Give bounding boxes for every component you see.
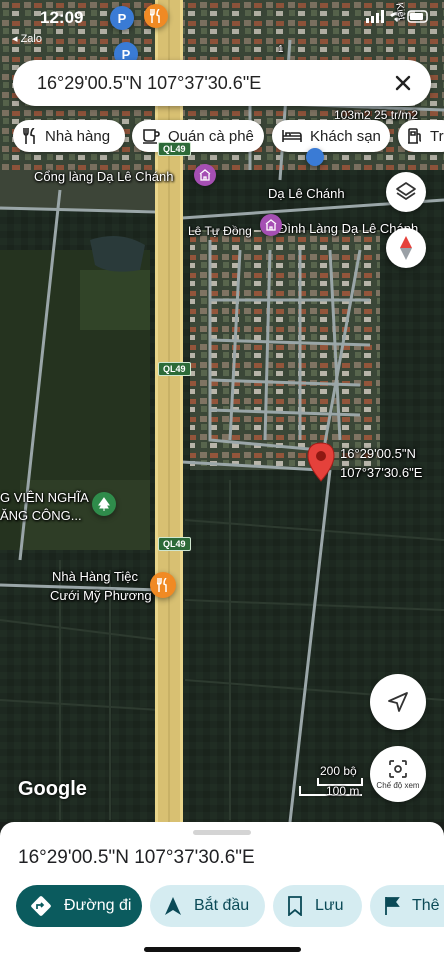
layers-button[interactable] <box>386 172 426 212</box>
directions-label: Đường đi <box>64 897 132 914</box>
street-view-button[interactable]: Chế độ xem <box>370 746 426 802</box>
flag-icon <box>385 897 400 915</box>
chip-gas[interactable]: Tr <box>398 120 444 152</box>
temple-icon-2[interactable] <box>260 214 282 236</box>
save-button[interactable]: Lưu <box>273 885 362 927</box>
place-coordinates: 16°29'00.5"N 107°37'30.6"E <box>18 847 255 868</box>
coffee-cup-icon <box>143 129 160 144</box>
map-label-ang-cong: ĂNG CÔNG... <box>0 508 82 523</box>
home-indicator[interactable] <box>144 947 301 952</box>
map-label-cuoi-my-phuong: Cưới Mỹ Phương <box>50 588 152 603</box>
google-logo: Google <box>18 778 87 800</box>
bottom-sheet[interactable]: 16°29'00.5"N 107°37'30.6"E Đường đi Bắt … <box>0 822 444 960</box>
chip-restaurant-label: Nhà hàng <box>45 127 111 145</box>
gas-pump-icon <box>408 128 422 144</box>
map-label-vien-nghia: G VIÊN NGHĨA <box>0 490 89 505</box>
add-label-button[interactable]: Thê <box>370 885 444 927</box>
my-location-button[interactable] <box>370 674 426 730</box>
map-pin-icon <box>307 442 335 482</box>
close-icon[interactable] <box>389 69 417 97</box>
search-query[interactable]: 16°29'00.5"N 107°37'30.6"E <box>37 73 261 94</box>
chip-restaurant[interactable]: Nhà hàng <box>13 120 125 152</box>
pin-label-lng: 107°37'30.6"E <box>340 465 423 480</box>
bed-icon <box>282 130 302 142</box>
directions-button[interactable]: Đường đi <box>16 885 142 927</box>
map-label-nha-hang: Nhà Hàng Tiệc <box>52 569 138 584</box>
back-to-app[interactable]: ◂ Zalo <box>12 32 42 45</box>
restaurant-pin-icon-2[interactable] <box>150 572 176 598</box>
navigation-arrow-icon <box>388 692 408 712</box>
blue-marker-icon[interactable] <box>306 148 324 166</box>
fork-knife-icon <box>23 128 35 144</box>
start-button[interactable]: Bắt đầu <box>150 885 265 927</box>
parking-icon[interactable]: P <box>110 6 134 30</box>
scale-metric: 100 m <box>326 784 360 798</box>
navigation-arrow-icon <box>165 897 181 915</box>
map-label-da-le-chanh: Dạ Lê Chánh <box>268 186 345 201</box>
map-label-cong-lang: Cổng làng Dạ Lê Chánh <box>34 169 174 184</box>
add-label-text: Thê <box>412 897 440 914</box>
chip-hotel[interactable]: Khách sạn <box>272 120 390 152</box>
search-bar[interactable]: 16°29'00.5"N 107°37'30.6"E <box>13 60 431 106</box>
scale-imperial: 200 bộ <box>320 764 357 778</box>
directions-icon <box>31 896 51 916</box>
street-view-label: Chế độ xem <box>376 780 420 790</box>
road-label-number: 1 <box>278 44 284 55</box>
road-shield: QL49 <box>158 537 191 551</box>
start-label: Bắt đầu <box>194 897 250 914</box>
drag-handle[interactable] <box>193 830 251 835</box>
chip-gas-label: Tr <box>430 127 444 145</box>
road-shield: QL49 <box>158 362 191 376</box>
road-shield: QL49 <box>158 142 191 156</box>
location-pin[interactable] <box>306 442 336 487</box>
compass-icon <box>400 236 412 260</box>
park-icon[interactable] <box>92 492 116 516</box>
temple-icon[interactable] <box>194 164 216 186</box>
status-time: 12:09 <box>40 8 84 27</box>
bookmark-icon <box>288 896 302 916</box>
restaurant-pin-icon[interactable] <box>144 4 168 28</box>
pin-label-lat: 16°29'00.5"N <box>340 446 416 461</box>
street-view-icon <box>389 759 407 778</box>
chip-coffee[interactable]: Quán cà phê <box>132 120 264 152</box>
map-label-le-tu-dong: Lê Tự Đồng <box>188 224 252 238</box>
compass-button[interactable] <box>386 228 426 268</box>
layers-icon <box>396 182 416 200</box>
chip-hotel-label: Khách sạn <box>310 127 381 145</box>
save-label: Lưu <box>315 897 344 914</box>
